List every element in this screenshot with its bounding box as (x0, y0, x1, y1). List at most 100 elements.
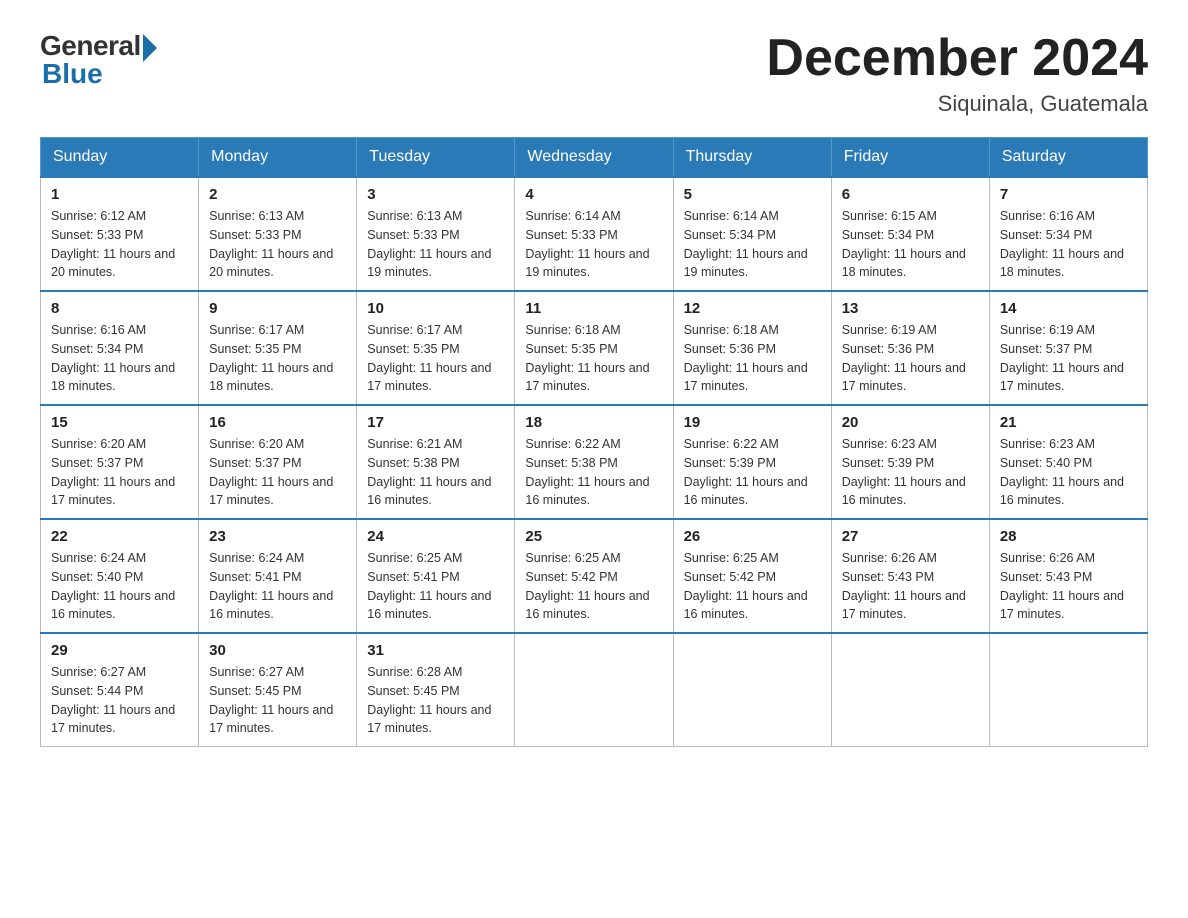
calendar-cell: 29 Sunrise: 6:27 AM Sunset: 5:44 PM Dayl… (41, 633, 199, 747)
calendar-cell (515, 633, 673, 747)
calendar-cell: 15 Sunrise: 6:20 AM Sunset: 5:37 PM Dayl… (41, 405, 199, 519)
logo: General Blue (40, 30, 157, 90)
calendar-cell: 23 Sunrise: 6:24 AM Sunset: 5:41 PM Dayl… (199, 519, 357, 633)
day-number: 15 (51, 414, 188, 431)
location-text: Siquinala, Guatemala (766, 91, 1148, 117)
day-info: Sunrise: 6:13 AM Sunset: 5:33 PM Dayligh… (209, 207, 346, 282)
calendar-cell: 22 Sunrise: 6:24 AM Sunset: 5:40 PM Dayl… (41, 519, 199, 633)
day-info: Sunrise: 6:17 AM Sunset: 5:35 PM Dayligh… (367, 321, 504, 396)
calendar-cell (831, 633, 989, 747)
day-info: Sunrise: 6:16 AM Sunset: 5:34 PM Dayligh… (1000, 207, 1137, 282)
day-number: 16 (209, 414, 346, 431)
calendar-cell: 14 Sunrise: 6:19 AM Sunset: 5:37 PM Dayl… (989, 291, 1147, 405)
day-info: Sunrise: 6:24 AM Sunset: 5:41 PM Dayligh… (209, 549, 346, 624)
day-number: 12 (684, 300, 821, 317)
day-number: 17 (367, 414, 504, 431)
day-info: Sunrise: 6:20 AM Sunset: 5:37 PM Dayligh… (51, 435, 188, 510)
day-number: 29 (51, 642, 188, 659)
page-header: General Blue December 2024 Siquinala, Gu… (40, 30, 1148, 117)
day-info: Sunrise: 6:15 AM Sunset: 5:34 PM Dayligh… (842, 207, 979, 282)
day-info: Sunrise: 6:14 AM Sunset: 5:34 PM Dayligh… (684, 207, 821, 282)
day-info: Sunrise: 6:19 AM Sunset: 5:37 PM Dayligh… (1000, 321, 1137, 396)
calendar-cell (989, 633, 1147, 747)
weekday-header-monday: Monday (199, 138, 357, 178)
day-info: Sunrise: 6:26 AM Sunset: 5:43 PM Dayligh… (1000, 549, 1137, 624)
day-info: Sunrise: 6:14 AM Sunset: 5:33 PM Dayligh… (525, 207, 662, 282)
logo-blue-text: Blue (42, 58, 103, 90)
logo-arrow-icon (143, 34, 157, 62)
day-number: 24 (367, 528, 504, 545)
calendar-cell: 25 Sunrise: 6:25 AM Sunset: 5:42 PM Dayl… (515, 519, 673, 633)
day-info: Sunrise: 6:16 AM Sunset: 5:34 PM Dayligh… (51, 321, 188, 396)
calendar-cell: 5 Sunrise: 6:14 AM Sunset: 5:34 PM Dayli… (673, 177, 831, 291)
calendar-cell: 27 Sunrise: 6:26 AM Sunset: 5:43 PM Dayl… (831, 519, 989, 633)
month-title: December 2024 (766, 30, 1148, 87)
day-info: Sunrise: 6:27 AM Sunset: 5:45 PM Dayligh… (209, 663, 346, 738)
day-number: 27 (842, 528, 979, 545)
calendar-cell: 1 Sunrise: 6:12 AM Sunset: 5:33 PM Dayli… (41, 177, 199, 291)
day-number: 5 (684, 186, 821, 203)
day-info: Sunrise: 6:28 AM Sunset: 5:45 PM Dayligh… (367, 663, 504, 738)
calendar-cell: 31 Sunrise: 6:28 AM Sunset: 5:45 PM Dayl… (357, 633, 515, 747)
weekday-header-thursday: Thursday (673, 138, 831, 178)
calendar-cell (673, 633, 831, 747)
day-info: Sunrise: 6:18 AM Sunset: 5:36 PM Dayligh… (684, 321, 821, 396)
calendar-cell: 26 Sunrise: 6:25 AM Sunset: 5:42 PM Dayl… (673, 519, 831, 633)
day-number: 25 (525, 528, 662, 545)
day-number: 31 (367, 642, 504, 659)
title-block: December 2024 Siquinala, Guatemala (766, 30, 1148, 117)
day-info: Sunrise: 6:27 AM Sunset: 5:44 PM Dayligh… (51, 663, 188, 738)
calendar-cell: 7 Sunrise: 6:16 AM Sunset: 5:34 PM Dayli… (989, 177, 1147, 291)
day-info: Sunrise: 6:19 AM Sunset: 5:36 PM Dayligh… (842, 321, 979, 396)
weekday-header-row: SundayMondayTuesdayWednesdayThursdayFrid… (41, 138, 1148, 178)
day-number: 19 (684, 414, 821, 431)
calendar-cell: 2 Sunrise: 6:13 AM Sunset: 5:33 PM Dayli… (199, 177, 357, 291)
day-number: 10 (367, 300, 504, 317)
day-number: 2 (209, 186, 346, 203)
weekday-header-sunday: Sunday (41, 138, 199, 178)
calendar-cell: 17 Sunrise: 6:21 AM Sunset: 5:38 PM Dayl… (357, 405, 515, 519)
day-info: Sunrise: 6:18 AM Sunset: 5:35 PM Dayligh… (525, 321, 662, 396)
day-number: 8 (51, 300, 188, 317)
day-info: Sunrise: 6:22 AM Sunset: 5:38 PM Dayligh… (525, 435, 662, 510)
day-number: 14 (1000, 300, 1137, 317)
calendar-cell: 24 Sunrise: 6:25 AM Sunset: 5:41 PM Dayl… (357, 519, 515, 633)
weekday-header-tuesday: Tuesday (357, 138, 515, 178)
day-number: 4 (525, 186, 662, 203)
week-row-3: 15 Sunrise: 6:20 AM Sunset: 5:37 PM Dayl… (41, 405, 1148, 519)
calendar-cell: 10 Sunrise: 6:17 AM Sunset: 5:35 PM Dayl… (357, 291, 515, 405)
day-number: 13 (842, 300, 979, 317)
week-row-5: 29 Sunrise: 6:27 AM Sunset: 5:44 PM Dayl… (41, 633, 1148, 747)
day-number: 30 (209, 642, 346, 659)
calendar-cell: 21 Sunrise: 6:23 AM Sunset: 5:40 PM Dayl… (989, 405, 1147, 519)
calendar-table: SundayMondayTuesdayWednesdayThursdayFrid… (40, 137, 1148, 747)
calendar-body: 1 Sunrise: 6:12 AM Sunset: 5:33 PM Dayli… (41, 177, 1148, 747)
calendar-cell: 30 Sunrise: 6:27 AM Sunset: 5:45 PM Dayl… (199, 633, 357, 747)
calendar-cell: 8 Sunrise: 6:16 AM Sunset: 5:34 PM Dayli… (41, 291, 199, 405)
day-info: Sunrise: 6:21 AM Sunset: 5:38 PM Dayligh… (367, 435, 504, 510)
day-info: Sunrise: 6:17 AM Sunset: 5:35 PM Dayligh… (209, 321, 346, 396)
calendar-cell: 18 Sunrise: 6:22 AM Sunset: 5:38 PM Dayl… (515, 405, 673, 519)
calendar-cell: 19 Sunrise: 6:22 AM Sunset: 5:39 PM Dayl… (673, 405, 831, 519)
day-number: 20 (842, 414, 979, 431)
calendar-cell: 6 Sunrise: 6:15 AM Sunset: 5:34 PM Dayli… (831, 177, 989, 291)
day-info: Sunrise: 6:25 AM Sunset: 5:42 PM Dayligh… (684, 549, 821, 624)
weekday-header-saturday: Saturday (989, 138, 1147, 178)
calendar-cell: 9 Sunrise: 6:17 AM Sunset: 5:35 PM Dayli… (199, 291, 357, 405)
day-info: Sunrise: 6:25 AM Sunset: 5:41 PM Dayligh… (367, 549, 504, 624)
week-row-1: 1 Sunrise: 6:12 AM Sunset: 5:33 PM Dayli… (41, 177, 1148, 291)
calendar-cell: 20 Sunrise: 6:23 AM Sunset: 5:39 PM Dayl… (831, 405, 989, 519)
calendar-cell: 13 Sunrise: 6:19 AM Sunset: 5:36 PM Dayl… (831, 291, 989, 405)
calendar-cell: 12 Sunrise: 6:18 AM Sunset: 5:36 PM Dayl… (673, 291, 831, 405)
day-number: 3 (367, 186, 504, 203)
weekday-header-friday: Friday (831, 138, 989, 178)
day-number: 23 (209, 528, 346, 545)
day-number: 26 (684, 528, 821, 545)
day-info: Sunrise: 6:25 AM Sunset: 5:42 PM Dayligh… (525, 549, 662, 624)
day-number: 9 (209, 300, 346, 317)
calendar-cell: 4 Sunrise: 6:14 AM Sunset: 5:33 PM Dayli… (515, 177, 673, 291)
calendar-cell: 11 Sunrise: 6:18 AM Sunset: 5:35 PM Dayl… (515, 291, 673, 405)
calendar-cell: 28 Sunrise: 6:26 AM Sunset: 5:43 PM Dayl… (989, 519, 1147, 633)
day-info: Sunrise: 6:12 AM Sunset: 5:33 PM Dayligh… (51, 207, 188, 282)
day-info: Sunrise: 6:23 AM Sunset: 5:39 PM Dayligh… (842, 435, 979, 510)
